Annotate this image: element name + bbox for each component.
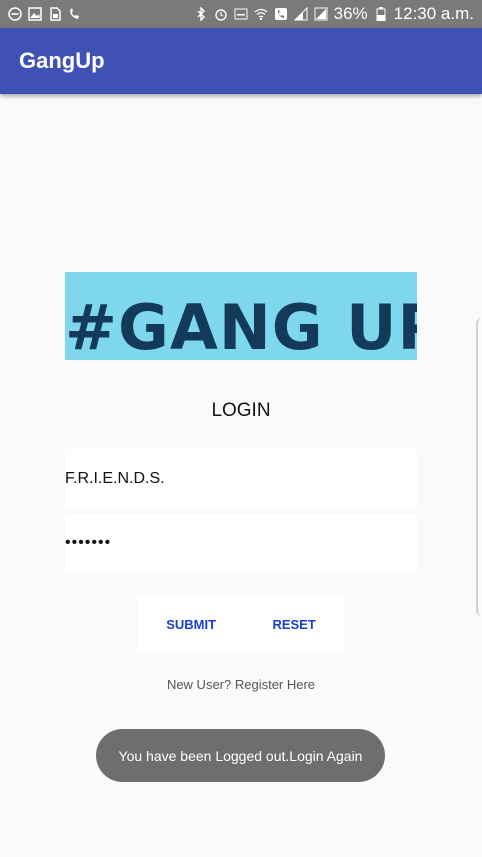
- submit-button[interactable]: SUBMIT: [166, 617, 216, 632]
- register-link[interactable]: New User? Register Here: [0, 677, 482, 692]
- image-icon: [28, 7, 42, 21]
- bluetooth-icon: [194, 7, 208, 21]
- status-bar: 36% 12:30 a.m.: [0, 0, 482, 28]
- missed-call-icon: [68, 7, 82, 21]
- signal-icon: [314, 7, 328, 21]
- app-title: GangUp: [19, 48, 105, 73]
- status-bar-right: 36% 12:30 a.m.: [194, 4, 474, 24]
- battery-percent: 36%: [333, 4, 368, 23]
- gangup-banner-image: #GANG UP: [65, 272, 417, 360]
- login-title: LOGIN: [211, 400, 271, 421]
- volte-icon: [234, 7, 248, 21]
- battery-icon: [374, 7, 388, 21]
- banner-logo-text: #GANG UP: [65, 291, 417, 360]
- button-group: SUBMIT RESET: [138, 596, 344, 652]
- logout-toast: You have been Logged out.Login Again: [96, 729, 385, 782]
- status-bar-left: [8, 7, 82, 21]
- sim-icon: [48, 7, 62, 21]
- signal-icon: [293, 7, 308, 21]
- wifi-icon: [254, 7, 268, 21]
- reset-button[interactable]: RESET: [272, 617, 315, 632]
- edge-panel-handle[interactable]: [476, 318, 482, 616]
- password-field[interactable]: •••••••: [65, 514, 417, 572]
- app-bar: GangUp: [0, 28, 482, 94]
- phone-icon: [274, 7, 288, 21]
- minus-circle-icon: [8, 7, 22, 21]
- alarm-icon: [214, 7, 228, 21]
- username-field[interactable]: F.R.I.E.N.D.S.: [65, 449, 417, 508]
- clock: 12:30 a.m.: [393, 4, 474, 23]
